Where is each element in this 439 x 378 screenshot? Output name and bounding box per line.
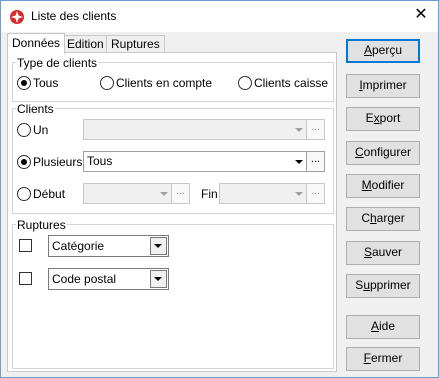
window-title: Liste des clients [31,9,117,23]
radio-un[interactable] [17,123,31,137]
button-label: E [365,111,374,125]
export-button[interactable]: Export [346,107,420,131]
rupture-1-checkbox[interactable] [19,239,32,252]
radio-plusieurs[interactable] [17,155,31,169]
close-icon[interactable]: ✕ [413,7,429,23]
modifier-button[interactable]: Modifier [346,174,420,198]
mnemonic: S [363,245,372,259]
button-label: onfigurer [363,145,412,159]
radio-clients-en-compte-label[interactable]: Clients en compte [116,76,212,90]
supprimer-button[interactable]: Supprimer [346,274,420,298]
radio-dot [21,80,27,86]
mnemonic: M [361,178,372,192]
button-label: mprimer [362,78,407,92]
fin-label: Fin [201,187,218,201]
chevron-down-icon[interactable] [156,185,171,202]
chevron-down-icon[interactable] [150,237,167,255]
chevron-down-icon[interactable] [291,121,306,138]
tab-ruptures[interactable]: Ruptures [106,35,165,53]
radio-tous[interactable] [17,76,31,90]
rupture-2-dropdown[interactable]: Code postal [48,268,169,290]
radio-clients-caisse[interactable] [238,76,252,90]
title-bar[interactable]: Liste des clients ✕ [1,1,438,32]
clients-label: Clients [16,102,55,116]
debut-combo[interactable] [83,183,173,204]
mnemonic: h [369,211,377,225]
rupture-2-checkbox[interactable] [19,272,32,285]
ruptures-label: Ruptures [16,218,67,232]
button-label: port [379,111,401,125]
tab-edition[interactable]: Edition [62,35,109,53]
radio-un-label[interactable]: Un [33,123,48,137]
app-flag-icon [10,10,24,24]
radio-dot [21,159,27,165]
plusieurs-value: Tous [87,154,113,168]
fin-combo[interactable] [219,183,308,204]
mnemonic: A [370,319,379,333]
rupture-1-dropdown[interactable]: Catégorie [48,235,169,257]
charger-button[interactable]: Charger [346,207,420,231]
button-label: arger [376,211,405,225]
imprimer-button[interactable]: Imprimer [346,74,420,98]
window: Liste des clients ✕ Données Edition Rupt… [0,0,439,378]
radio-clients-en-compte[interactable] [100,76,114,90]
apercu-button[interactable]: Aperçu [346,39,420,63]
debut-browse-button[interactable]: ... [171,183,190,204]
fin-browse-button[interactable]: ... [306,183,325,204]
radio-clients-caisse-label[interactable]: Clients caisse [254,76,328,90]
sauver-button[interactable]: Sauver [346,241,420,265]
button-label: pprimer [370,278,411,292]
mnemonic: A [363,43,372,57]
un-combo[interactable] [83,119,308,140]
fermer-button[interactable]: Fermer [346,347,420,371]
chevron-down-icon[interactable] [150,270,167,288]
radio-debut-label[interactable]: Début [33,187,65,201]
button-label: auver [371,245,403,259]
rupture-1-value: Catégorie [52,239,105,253]
button-label: ide [379,319,396,333]
tab-donnees[interactable]: Données [7,33,66,54]
plusieurs-combo[interactable]: Tous [83,151,308,172]
radio-tous-label[interactable]: Tous [33,76,58,90]
radio-plusieurs-label[interactable]: Plusieurs [33,155,82,169]
mnemonic: F [363,351,371,365]
mnemonic: C [354,145,364,159]
configurer-button[interactable]: Configurer [346,141,420,165]
tab-panel: Type de clients Tous Clients en compte C… [7,52,337,372]
chevron-down-icon[interactable] [291,153,306,170]
mnemonic: u [363,278,370,292]
chevron-down-icon[interactable] [291,185,306,202]
button-label: perçu [371,43,403,57]
button-label: C [361,211,370,225]
rupture-2-value: Code postal [52,272,117,286]
button-label: odifier [371,178,405,192]
un-browse-button[interactable]: ... [306,119,325,140]
aide-button[interactable]: Aide [346,315,420,339]
button-label: ermer [371,351,403,365]
type-clients-label: Type de clients [16,56,99,70]
plusieurs-browse-button[interactable]: ... [306,151,325,172]
radio-debut[interactable] [17,187,31,201]
